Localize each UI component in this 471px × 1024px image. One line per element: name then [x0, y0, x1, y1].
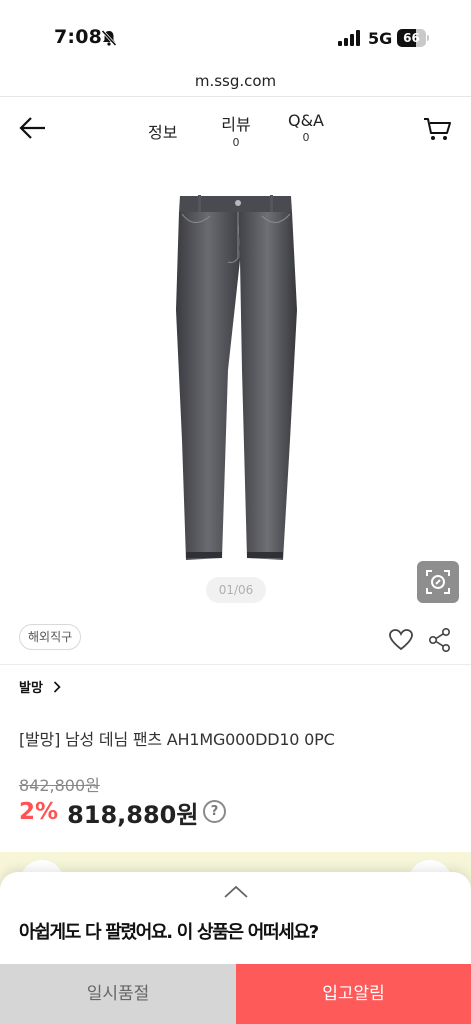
- tab-qa[interactable]: Q&A 0: [285, 111, 327, 144]
- overseas-direct-badge: 해외직구: [19, 624, 82, 650]
- network-label: 5G: [368, 29, 393, 48]
- brand-name: 발망: [19, 681, 43, 696]
- image-pager: 01/06: [206, 577, 266, 603]
- status-time: 7:08: [54, 26, 103, 48]
- tab-review-label: 리뷰: [221, 115, 251, 134]
- battery-level: 66: [403, 31, 420, 45]
- divider: [0, 664, 471, 665]
- tab-qa-label: Q&A: [287, 111, 324, 130]
- url-bar[interactable]: m.ssg.com: [0, 70, 471, 97]
- battery-indicator: 66: [397, 29, 429, 47]
- discount-rate: 2%: [19, 799, 59, 825]
- product-image[interactable]: [150, 190, 320, 568]
- price-row: 2% 818,880원: [19, 795, 198, 829]
- soldout-sheet: 아쉽게도 다 팔렸어요. 이 상품은 어떠세요? 일시품절 입고알림: [0, 872, 471, 1024]
- signal-icon: [338, 30, 360, 46]
- question-icon[interactable]: ?: [203, 800, 226, 823]
- share-icon[interactable]: [428, 627, 452, 653]
- tab-review[interactable]: 리뷰 0: [218, 111, 254, 149]
- product-title: [발망] 남성 데님 팬츠 AH1MG000DD10 0PC: [19, 730, 335, 749]
- lens-button[interactable]: [417, 561, 459, 603]
- status-bar: 7:08 5G 66: [0, 0, 471, 70]
- tab-info[interactable]: 정보: [148, 119, 177, 143]
- soldout-button[interactable]: 일시품절: [0, 964, 236, 1024]
- tab-review-count: 0: [232, 136, 240, 149]
- chevron-right-icon: [53, 680, 61, 693]
- product-header: 정보 리뷰 0 Q&A 0: [0, 97, 471, 159]
- back-arrow-icon[interactable]: [18, 115, 48, 141]
- sale-price: 818,880원: [67, 800, 199, 829]
- tab-info-label: 정보: [148, 123, 178, 142]
- brand-link[interactable]: 발망: [19, 677, 61, 696]
- lens-icon: [426, 570, 450, 594]
- original-price: 842,800원: [19, 776, 100, 795]
- bell-slash-icon: [101, 29, 117, 47]
- restock-alert-button[interactable]: 입고알림: [236, 964, 471, 1024]
- chevron-up-icon[interactable]: [222, 884, 250, 900]
- soldout-message: 아쉽게도 다 팔렸어요. 이 상품은 어떠세요?: [19, 922, 319, 943]
- heart-icon[interactable]: [388, 627, 414, 653]
- tab-qa-count: 0: [302, 131, 310, 144]
- cart-icon[interactable]: [422, 115, 452, 143]
